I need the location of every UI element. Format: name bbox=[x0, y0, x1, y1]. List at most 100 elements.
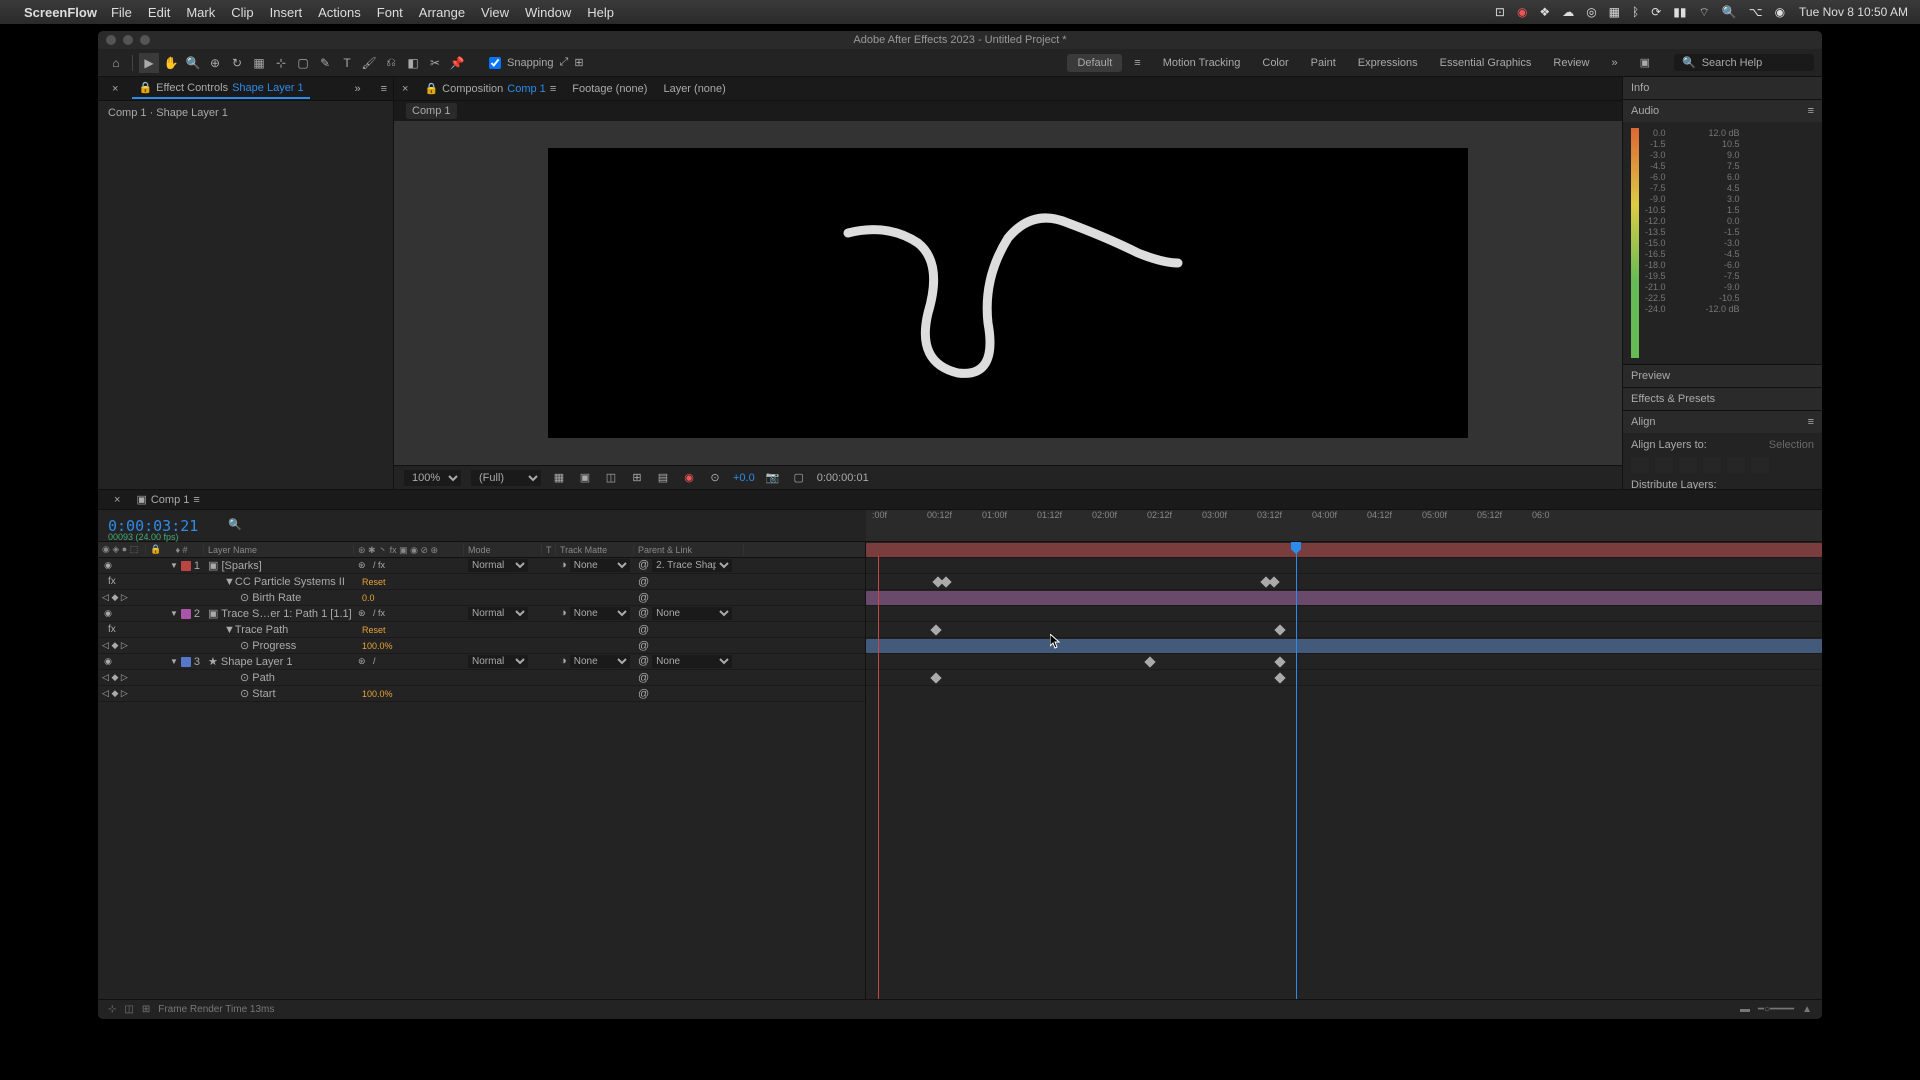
tl-nav-icon[interactable]: × bbox=[106, 492, 128, 508]
parent-select[interactable]: None bbox=[652, 607, 732, 620]
timeline-row[interactable]: ◉ ▼1 ▣ [Sparks] ⊛ / fx Normal ◑ None @2.… bbox=[98, 558, 865, 574]
matte-icon[interactable]: ◑ bbox=[560, 655, 567, 667]
menu-edit[interactable]: Edit bbox=[148, 5, 170, 20]
exposure-value[interactable]: +0.0 bbox=[733, 472, 755, 484]
menu-font[interactable]: Font bbox=[377, 5, 403, 20]
viewer-canvas[interactable] bbox=[548, 148, 1468, 438]
info-panel-header[interactable]: Info bbox=[1623, 77, 1822, 99]
property-name[interactable]: ⊙ Start bbox=[204, 687, 354, 700]
next-kf-icon[interactable]: ▷ bbox=[121, 640, 128, 650]
property-name[interactable]: ⊙ Path bbox=[204, 671, 354, 684]
menu-help[interactable]: Help bbox=[587, 5, 614, 20]
pickwhip-icon[interactable]: @ bbox=[638, 607, 649, 620]
anchor-tool-icon[interactable]: ⊹ bbox=[271, 53, 291, 73]
next-kf-icon[interactable]: ▷ bbox=[121, 672, 128, 682]
property-name[interactable]: ▼CC Particle Systems II bbox=[204, 576, 354, 588]
track-matte-select[interactable]: None bbox=[570, 655, 630, 668]
property-name[interactable]: ⊙ Progress bbox=[204, 639, 354, 652]
keyframe-icon[interactable] bbox=[1274, 624, 1285, 635]
layer-name[interactable]: ▣ Trace S…er 1: Path 1 [1.1] bbox=[204, 607, 354, 620]
channel-icon[interactable]: ◉ bbox=[681, 470, 697, 486]
datetime[interactable]: Tue Nov 8 10:50 AM bbox=[1799, 5, 1908, 19]
track-matte-select[interactable]: None bbox=[570, 607, 630, 620]
layer-switches[interactable]: ⊛ / fx bbox=[354, 608, 464, 619]
timeline-row[interactable]: ◁ ◆ ▷ ⊙ Start 100.0% @ bbox=[98, 686, 865, 702]
ws-more-icon[interactable]: ≡ bbox=[1124, 54, 1150, 72]
timeline-track[interactable] bbox=[866, 606, 1822, 622]
ws-paint[interactable]: Paint bbox=[1301, 54, 1346, 72]
timeline-playhead[interactable] bbox=[1296, 542, 1297, 999]
blend-mode-select[interactable]: Normal bbox=[468, 607, 528, 620]
home-icon[interactable]: ⌂ bbox=[106, 53, 126, 73]
pickwhip-icon[interactable]: @ bbox=[638, 592, 649, 604]
timeline-row[interactable]: fx ▼Trace Path Reset @ bbox=[98, 622, 865, 638]
next-kf-icon[interactable]: ▷ bbox=[121, 688, 128, 698]
add-kf-icon[interactable]: ◆ bbox=[111, 688, 118, 698]
keyframe-icon[interactable] bbox=[1144, 656, 1155, 667]
spotlight-icon[interactable]: 🔍 bbox=[1722, 5, 1737, 19]
keyframe-icon[interactable] bbox=[1268, 576, 1279, 587]
ws-frameio-icon[interactable]: ▣ bbox=[1630, 53, 1660, 72]
expand-icon[interactable]: ▼ bbox=[170, 609, 178, 618]
shape-tool-icon[interactable]: ▢ bbox=[293, 53, 313, 73]
composition-viewer[interactable] bbox=[394, 121, 1622, 465]
ws-review[interactable]: Review bbox=[1543, 54, 1599, 72]
menu-window[interactable]: Window bbox=[525, 5, 571, 20]
composition-tab[interactable]: 🔒 Composition Comp 1 ≡ bbox=[424, 82, 556, 95]
timeline-track[interactable] bbox=[866, 574, 1822, 590]
snapping-input[interactable] bbox=[489, 57, 501, 69]
timeline-track[interactable] bbox=[866, 622, 1822, 638]
menu-mark[interactable]: Mark bbox=[186, 5, 215, 20]
snapshot-icon[interactable]: 📷 bbox=[765, 470, 781, 486]
align-top-icon[interactable] bbox=[1703, 457, 1721, 473]
align-selection[interactable]: Selection bbox=[1769, 439, 1814, 451]
pickwhip-icon[interactable]: @ bbox=[638, 672, 649, 684]
pickwhip-icon[interactable]: @ bbox=[638, 559, 649, 572]
property-value[interactable]: 100.0% bbox=[358, 641, 393, 651]
panel-overflow-icon[interactable]: » bbox=[348, 80, 366, 98]
puppet-tool-icon[interactable]: 📌 bbox=[447, 53, 467, 73]
property-value[interactable]: 100.0% bbox=[358, 689, 393, 699]
pickwhip-icon[interactable]: @ bbox=[638, 655, 649, 668]
layer-color-label[interactable] bbox=[181, 609, 191, 619]
timeline-track[interactable] bbox=[866, 638, 1822, 654]
timeline-track[interactable] bbox=[866, 590, 1822, 606]
resolution-select[interactable]: (Full) bbox=[471, 470, 541, 486]
name-header[interactable]: Layer Name bbox=[204, 545, 354, 555]
keyframe-icon[interactable] bbox=[1274, 656, 1285, 667]
mode-header[interactable]: Mode bbox=[464, 545, 542, 555]
keyframe-icon[interactable] bbox=[930, 624, 941, 635]
parent-header[interactable]: Parent & Link bbox=[634, 545, 744, 555]
footer-icon-3[interactable]: ⊞ bbox=[142, 1004, 150, 1015]
timeline-row[interactable]: ◉ ▼3 ★ Shape Layer 1 ⊛ / Normal ◑ None @… bbox=[98, 654, 865, 670]
timeline-row[interactable]: ◉ ▼2 ▣ Trace S…er 1: Path 1 [1.1] ⊛ / fx… bbox=[98, 606, 865, 622]
parent-select[interactable]: None bbox=[652, 655, 732, 668]
property-value[interactable]: 0.0 bbox=[358, 593, 375, 603]
roto-tool-icon[interactable]: ✂ bbox=[425, 53, 445, 73]
siri-icon[interactable]: ◉ bbox=[1775, 5, 1785, 19]
eraser-tool-icon[interactable]: ◧ bbox=[403, 53, 423, 73]
comp-crumb[interactable]: Comp 1 bbox=[406, 103, 457, 119]
timeline-ruler[interactable]: :00f00:12f01:00f01:12f02:00f02:12f03:00f… bbox=[866, 510, 1822, 542]
expand-icon[interactable]: ▼ bbox=[170, 561, 178, 570]
text-tool-icon[interactable]: T bbox=[337, 53, 357, 73]
prev-kf-icon[interactable]: ◁ bbox=[102, 688, 109, 698]
align-left-icon[interactable] bbox=[1631, 457, 1649, 473]
transparency-icon[interactable]: ▦ bbox=[551, 470, 567, 486]
align-right-icon[interactable] bbox=[1679, 457, 1697, 473]
visibility-icon[interactable]: ◉ bbox=[102, 608, 114, 620]
chrome-icon[interactable]: ◎ bbox=[1586, 5, 1596, 19]
menu-actions[interactable]: Actions bbox=[318, 5, 361, 20]
camera-icon[interactable]: ⊡ bbox=[1495, 5, 1505, 19]
align-hcenter-icon[interactable] bbox=[1655, 457, 1673, 473]
align-vcenter-icon[interactable] bbox=[1727, 457, 1745, 473]
wifi-icon[interactable]: ⌔ bbox=[1699, 5, 1710, 20]
brush-tool-icon[interactable]: 🖌 bbox=[359, 53, 379, 73]
snapping-checkbox[interactable]: Snapping ⤢ ⊞ bbox=[489, 56, 584, 69]
menu-arrange[interactable]: Arrange bbox=[419, 5, 465, 20]
layer-name[interactable]: ▣ [Sparks] bbox=[204, 559, 354, 572]
camera-tool-icon[interactable]: ▦ bbox=[249, 53, 269, 73]
keyframe-icon[interactable] bbox=[930, 672, 941, 683]
add-kf-icon[interactable]: ◆ bbox=[111, 640, 118, 650]
app-name[interactable]: ScreenFlow bbox=[24, 5, 97, 20]
